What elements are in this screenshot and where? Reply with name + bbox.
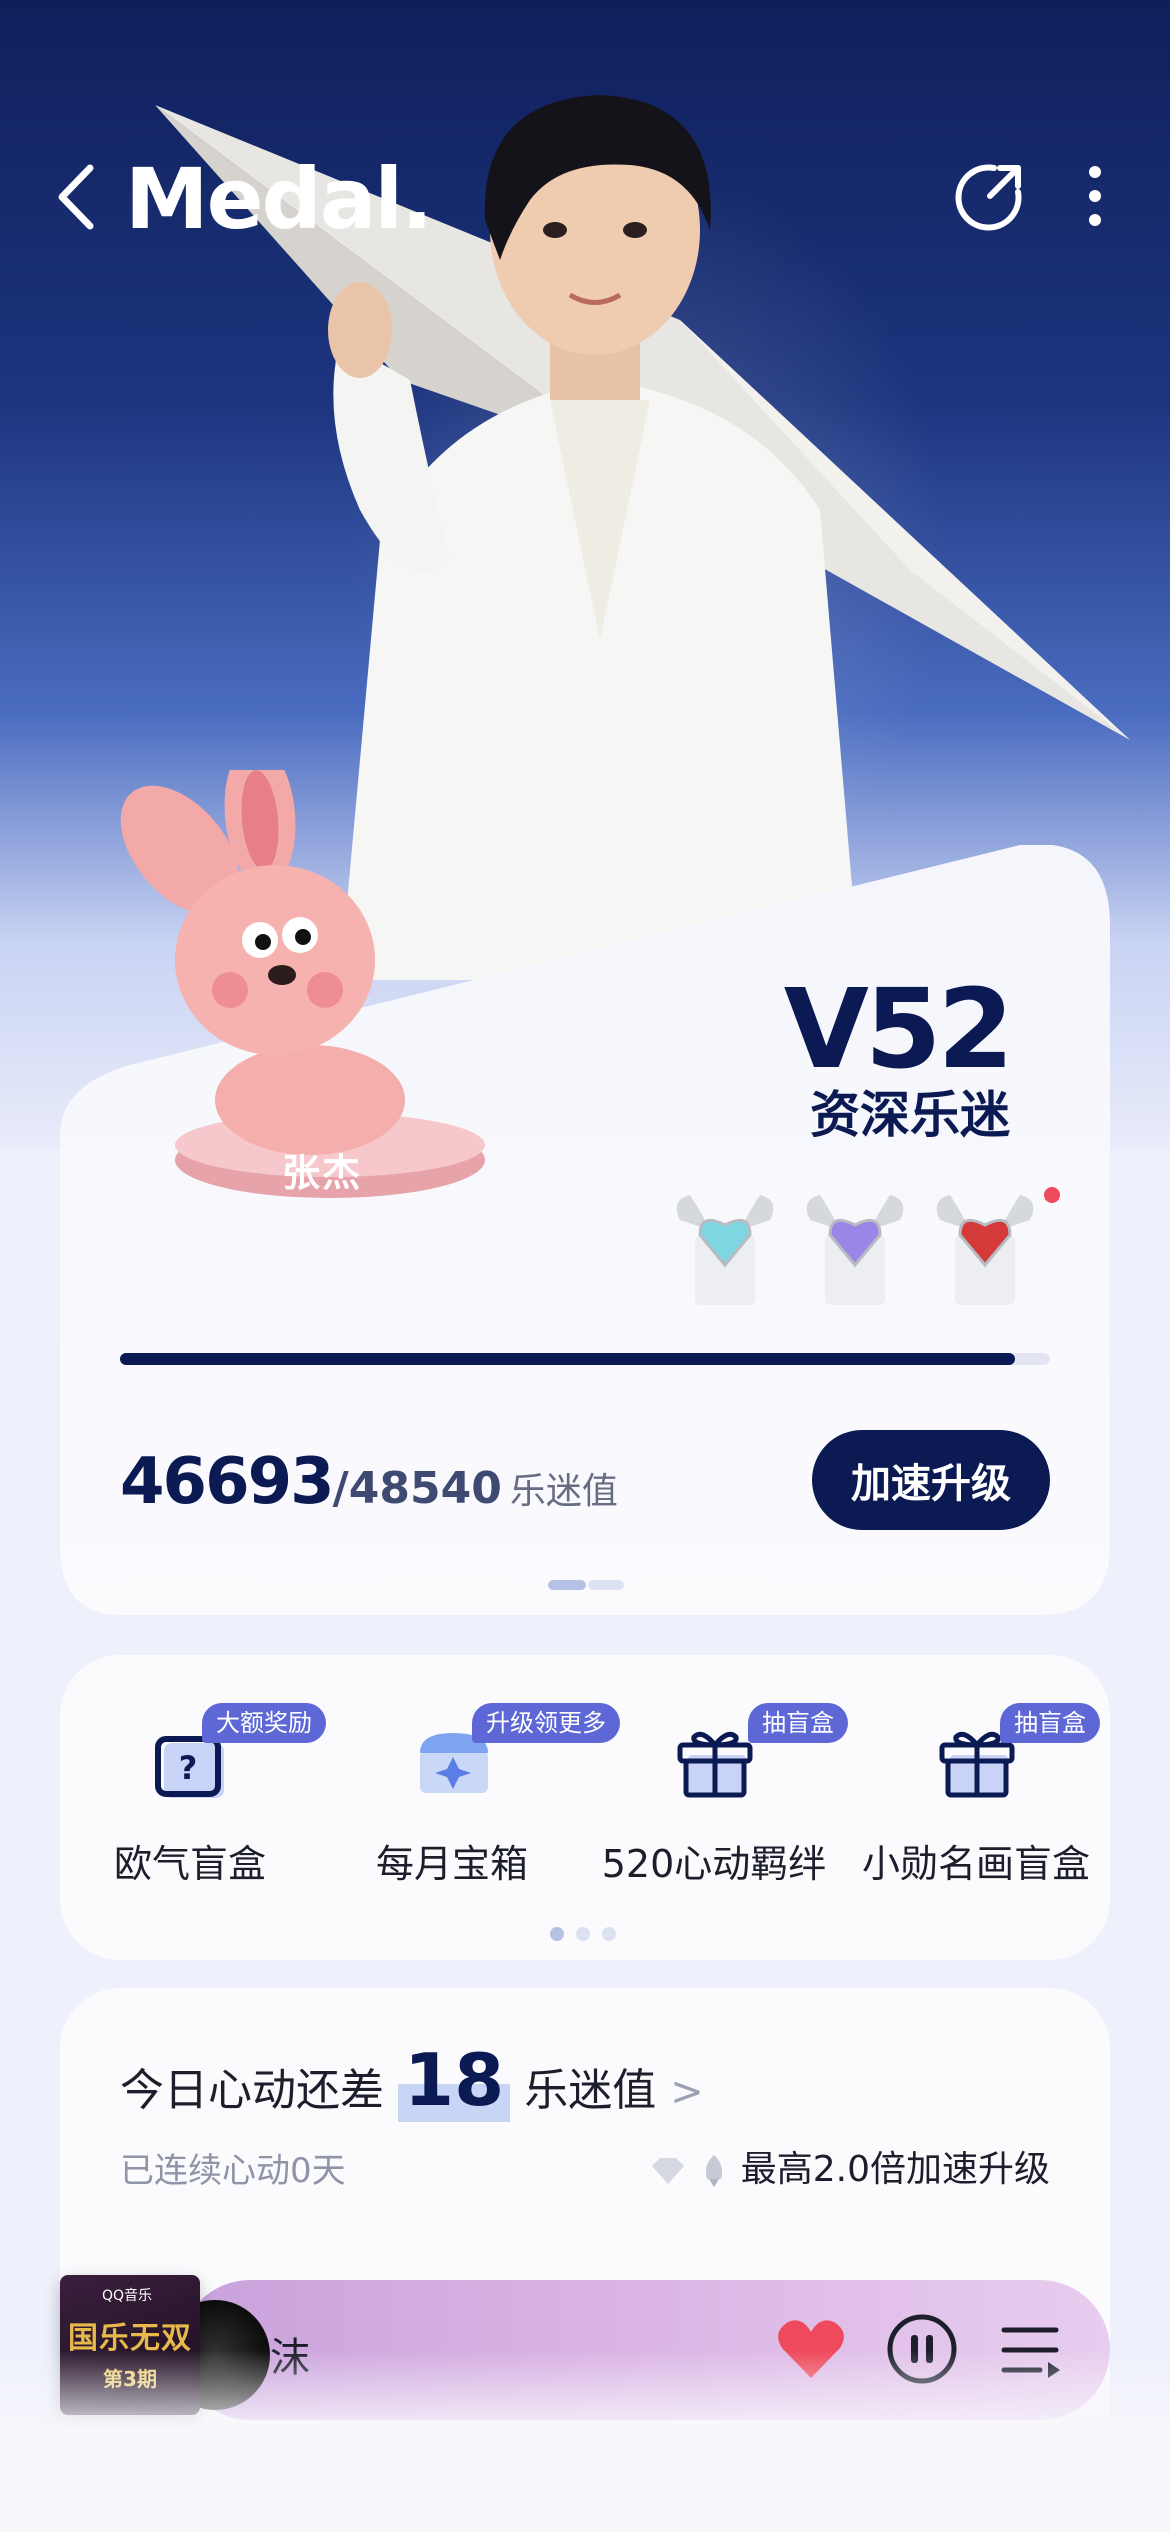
player-background xyxy=(180,2280,1110,2420)
album-logo: QQ音乐 xyxy=(102,2288,153,2304)
diamond-icon xyxy=(651,2158,684,2184)
level-progress-fill xyxy=(120,1353,1015,1365)
level-title: 资深乐迷 xyxy=(810,1086,1010,1144)
rocket-icon xyxy=(706,2155,723,2187)
playlist-icon[interactable] xyxy=(1000,2320,1064,2380)
heart-streak: 已连续心动0天 xyxy=(120,2151,346,2191)
pause-icon[interactable] xyxy=(886,2313,958,2385)
feature-tag: 抽盲盒 xyxy=(748,1703,848,1743)
page-dot-active xyxy=(550,1927,564,1941)
notification-dot xyxy=(1044,1187,1060,1203)
song-title[interactable]: 沫 xyxy=(270,2325,310,2383)
album-cover[interactable]: QQ音乐 国乐无双 第3期 xyxy=(60,2275,200,2415)
page-title: Medal. xyxy=(125,150,433,248)
gift-box-icon xyxy=(677,1731,753,1798)
chevron-right-icon: > xyxy=(670,2069,704,2115)
heart-prefix: 今日心动还差 xyxy=(120,2065,384,2116)
page-dot xyxy=(576,1927,590,1941)
daily-heart-title[interactable]: 今日心动还差 18 乐迷值 > xyxy=(120,2038,704,2122)
feature-520-bond[interactable]: 抽盲盒 520心动羁绊 xyxy=(584,1703,848,1903)
feature-tag: 大额奖励 xyxy=(202,1703,326,1743)
share-icon[interactable] xyxy=(954,160,1026,232)
level-number: V52 xyxy=(783,965,1014,1093)
feature-page-indicator xyxy=(550,1927,620,1941)
winged-heart-teal-badge[interactable] xyxy=(670,1190,780,1310)
page-dot xyxy=(602,1927,616,1941)
page-dot xyxy=(588,1580,624,1590)
mascot-label: 张杰 xyxy=(282,1151,363,1195)
level-progress-bar xyxy=(120,1353,1050,1365)
boost-info: 最高2.0倍加速升级 xyxy=(648,2140,1050,2192)
feature-painting-box[interactable]: 抽盲盒 小勋名画盲盒 xyxy=(846,1703,1106,1903)
feature-label: 520心动羁绊 xyxy=(601,1842,827,1886)
mini-player[interactable]: QQ音乐 国乐无双 第3期 沫 xyxy=(60,2275,1110,2420)
feature-lucky-box[interactable]: ? 大额奖励 欧气盲盒 xyxy=(60,1703,326,1903)
top-bar: Medal. xyxy=(0,140,1170,250)
page-dot-active xyxy=(548,1580,586,1590)
winged-heart-purple-badge[interactable] xyxy=(800,1190,910,1310)
points-display: 46693/48540 乐迷值 xyxy=(120,1445,618,1519)
speed-upgrade-button[interactable]: 加速升级 xyxy=(812,1430,1050,1530)
feature-monthly-chest[interactable]: 升级领更多 每月宝箱 xyxy=(322,1703,620,1903)
current-points: 46693 xyxy=(120,1445,335,1519)
album-episode: 第3期 xyxy=(103,2367,157,2391)
feature-tag: 抽盲盒 xyxy=(1000,1703,1100,1743)
feature-label: 小勋名画盲盒 xyxy=(861,1842,1090,1886)
heart-like-icon[interactable] xyxy=(776,2318,846,2380)
album-title: 国乐无双 xyxy=(68,2321,192,2356)
svg-text:?: ? xyxy=(179,1749,198,1787)
chevron-left-icon[interactable] xyxy=(52,162,102,232)
winged-heart-red-badge[interactable] xyxy=(930,1190,1040,1310)
daily-heart-card: 今日心动还差 18 乐迷值 > 已连续心动0天 最高2.0倍加速升级 xyxy=(60,1988,1110,2508)
target-points: /48540 xyxy=(332,1463,502,1514)
card-page-indicator xyxy=(548,1580,624,1590)
heart-remaining-number: 18 xyxy=(398,2038,511,2122)
feature-label: 欧气盲盒 xyxy=(113,1842,266,1886)
points-unit: 乐迷值 xyxy=(509,1471,618,1512)
more-vertical-icon[interactable] xyxy=(1080,160,1110,232)
feature-label: 每月宝箱 xyxy=(375,1842,528,1886)
boost-text: 最高2.0倍加速升级 xyxy=(740,2149,1050,2190)
heart-unit: 乐迷值 xyxy=(524,2065,657,2116)
badge-row xyxy=(670,1190,1050,1310)
feature-card: ? 大额奖励 欧气盲盒 升级领更多 每月宝箱 抽盲盒 520心动羁绊 抽盲盒 小… xyxy=(60,1655,1110,1960)
